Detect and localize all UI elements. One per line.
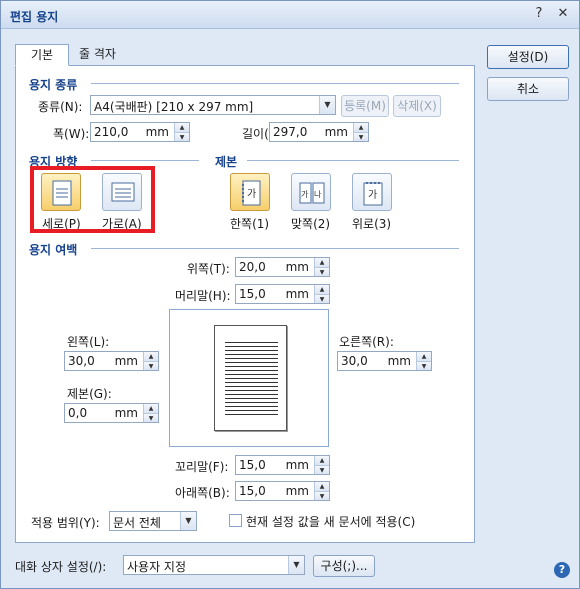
- svg-text:가: 가: [301, 190, 309, 199]
- divider: [247, 160, 459, 161]
- spinner-buttons[interactable]: ▲ ▼: [174, 123, 189, 141]
- help-icon[interactable]: ?: [554, 562, 570, 578]
- footer-margin-label: 꼬리말(F):: [175, 460, 229, 474]
- spinner-buttons[interactable]: ▲ ▼: [143, 404, 158, 422]
- left-margin-spinner[interactable]: 30,0 mm ▲ ▼: [64, 351, 159, 371]
- section-paper-type: 용지 종류: [29, 78, 78, 92]
- left-margin-label: 왼쪽(L):: [67, 335, 110, 349]
- close-icon[interactable]: ✕: [555, 6, 571, 22]
- header-margin-label: 머리말(H):: [175, 289, 231, 303]
- facing-binding-button[interactable]: 가나: [291, 173, 331, 211]
- unit-label: mm: [285, 287, 309, 301]
- chevron-down-icon: ▼: [319, 96, 335, 114]
- top-binding-label: 위로(3): [352, 217, 392, 231]
- paper-type-select[interactable]: A4(국배판) [210 x 297 mm] ▼: [90, 95, 336, 115]
- top-binding-icon: 가: [363, 182, 383, 206]
- spinner-buttons[interactable]: ▲ ▼: [353, 123, 368, 141]
- delete-button[interactable]: 삭제(X): [393, 95, 441, 117]
- spinner-buttons[interactable]: ▲ ▼: [143, 352, 158, 370]
- bottom-margin-label: 아래쪽(B):: [175, 486, 230, 500]
- top-margin-label: 위쪽(T):: [187, 262, 230, 276]
- spinner-buttons[interactable]: ▲ ▼: [314, 482, 329, 500]
- gutter-margin-spinner[interactable]: 0,0 mm ▲ ▼: [64, 403, 159, 423]
- help-title-icon[interactable]: ?: [531, 6, 547, 22]
- paper-length-spinner[interactable]: 297,0 mm ▲ ▼: [269, 122, 369, 142]
- dialog-setting-value: 사용자 지정: [127, 560, 187, 574]
- one-side-label: 한쪽(1): [230, 217, 270, 231]
- gutter-margin-label: 제본(G):: [67, 387, 112, 401]
- highlight-box: [30, 166, 155, 233]
- chevron-down-icon: ▼: [180, 512, 196, 530]
- divider: [91, 248, 459, 249]
- svg-text:가: 가: [247, 188, 256, 200]
- header-margin-spinner[interactable]: 15,0 mm ▲ ▼: [235, 284, 330, 304]
- edit-paper-dialog: 편집 용지 ? ✕ 기본 줄 격자 용지 종류 종류(N): A4(국배판) […: [0, 0, 580, 589]
- right-margin-value: 30,0: [341, 354, 368, 368]
- facing-binding-icon: 가나: [299, 182, 325, 204]
- bottom-margin-value: 15,0: [239, 484, 266, 498]
- svg-text:가: 가: [368, 189, 377, 201]
- paper-type-label: 종류(N):: [38, 100, 83, 114]
- section-margins: 용지 여백: [29, 243, 78, 257]
- footer-margin-value: 15,0: [239, 458, 266, 472]
- one-side-binding-icon: 가: [242, 180, 261, 206]
- spinner-buttons[interactable]: ▲ ▼: [314, 258, 329, 276]
- unit-label: mm: [285, 260, 309, 274]
- apply-scope-select[interactable]: 문서 전체 ▼: [109, 511, 197, 531]
- tab-line-grid[interactable]: 줄 격자: [69, 44, 129, 66]
- header-margin-value: 15,0: [239, 287, 266, 301]
- unit-label: mm: [145, 125, 169, 139]
- width-label: 폭(W):: [53, 127, 90, 141]
- divider: [91, 83, 459, 84]
- dialog-setting-label: 대화 상자 설정(/):: [15, 560, 107, 574]
- footer-margin-spinner[interactable]: 15,0 mm ▲ ▼: [235, 455, 330, 475]
- divider: [91, 160, 199, 161]
- configure-button[interactable]: 구성(;)...: [313, 555, 375, 577]
- paper-width-value: 210,0: [94, 125, 129, 139]
- gutter-margin-value: 0,0: [68, 406, 88, 420]
- unit-label: mm: [387, 354, 411, 368]
- one-side-binding-button[interactable]: 가: [230, 173, 270, 211]
- apply-scope-value: 문서 전체: [113, 516, 161, 530]
- apply-to-new-doc-checkbox[interactable]: [229, 514, 242, 527]
- cancel-button[interactable]: 취소: [487, 77, 569, 101]
- tab-basic[interactable]: 기본: [15, 44, 69, 66]
- register-button[interactable]: 등록(M): [341, 95, 389, 117]
- apply-to-new-doc-label: 현재 설정 값을 새 문서에 적용(C): [246, 515, 416, 529]
- bottom-margin-spinner[interactable]: 15,0 mm ▲ ▼: [235, 481, 330, 501]
- paper-type-value: A4(국배판) [210 x 297 mm]: [94, 100, 254, 114]
- unit-label: mm: [114, 354, 138, 368]
- dialog-title: 편집 용지: [10, 10, 59, 24]
- left-margin-value: 30,0: [68, 354, 95, 368]
- right-margin-spinner[interactable]: 30,0 mm ▲ ▼: [337, 351, 432, 371]
- page-preview: [169, 309, 329, 447]
- unit-label: mm: [114, 406, 138, 420]
- paper-length-value: 297,0: [273, 125, 308, 139]
- chevron-down-icon: ▼: [288, 556, 304, 574]
- top-margin-spinner[interactable]: 20,0 mm ▲ ▼: [235, 257, 330, 277]
- unit-label: mm: [324, 125, 348, 139]
- top-margin-value: 20,0: [239, 260, 266, 274]
- spinner-buttons[interactable]: ▲ ▼: [314, 285, 329, 303]
- spinner-buttons[interactable]: ▲ ▼: [314, 456, 329, 474]
- spinner-buttons[interactable]: ▲ ▼: [416, 352, 431, 370]
- preview-page: [214, 325, 287, 431]
- unit-label: mm: [285, 484, 309, 498]
- right-margin-label: 오른쪽(R):: [339, 335, 394, 349]
- ok-button[interactable]: 설정(D): [487, 45, 569, 69]
- section-binding: 제본: [215, 155, 238, 169]
- dialog-setting-select[interactable]: 사용자 지정 ▼: [123, 555, 305, 575]
- top-binding-button[interactable]: 가: [352, 173, 392, 211]
- paper-width-spinner[interactable]: 210,0 mm ▲ ▼: [90, 122, 190, 142]
- facing-label: 맞쪽(2): [291, 217, 331, 231]
- apply-scope-label: 적용 범위(Y):: [31, 516, 100, 530]
- title-bar: 편집 용지 ? ✕: [1, 1, 579, 29]
- svg-text:나: 나: [314, 190, 322, 199]
- unit-label: mm: [285, 458, 309, 472]
